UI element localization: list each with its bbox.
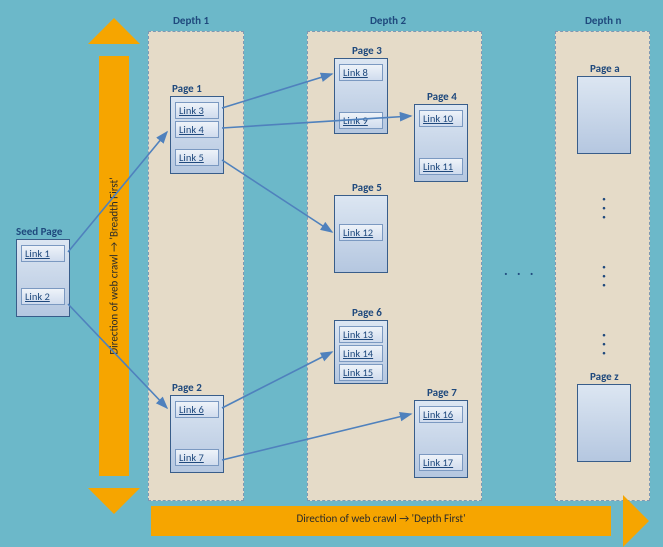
page-7-title: Page 7 bbox=[427, 386, 457, 399]
page-a-title: Page a bbox=[590, 62, 620, 75]
depth-label-1: Depth 1 bbox=[173, 14, 209, 27]
page-6-title: Page 6 bbox=[352, 306, 382, 319]
seed-link-1[interactable]: Link 1 bbox=[21, 245, 65, 262]
ellipsis-h: . . . bbox=[504, 262, 537, 279]
page-5-title: Page 5 bbox=[352, 181, 382, 194]
page-5-link-12[interactable]: Link 12 bbox=[339, 224, 383, 241]
page-3-link-9[interactable]: Link 9 bbox=[339, 112, 383, 129]
ellipsis-v3: ··· bbox=[599, 330, 609, 357]
page-z-box bbox=[577, 384, 631, 462]
seed-link-2[interactable]: Link 2 bbox=[21, 288, 65, 305]
page-6-link-14[interactable]: Link 14 bbox=[339, 345, 383, 362]
page-5-box: Link 12 bbox=[334, 195, 388, 273]
page-6-box: Link 13 Link 14 Link 15 bbox=[334, 320, 388, 384]
ellipsis-v1: ··· bbox=[599, 194, 609, 221]
page-4-title: Page 4 bbox=[427, 90, 457, 103]
page-z-title: Page z bbox=[590, 370, 619, 383]
page-1-link-5[interactable]: Link 5 bbox=[175, 149, 219, 166]
page-2-box: Link 6 Link 7 bbox=[170, 395, 224, 473]
page-6-link-13[interactable]: Link 13 bbox=[339, 326, 383, 343]
page-7-link-16[interactable]: Link 16 bbox=[419, 406, 463, 423]
page-4-link-11[interactable]: Link 11 bbox=[419, 158, 463, 175]
page-2-link-6[interactable]: Link 6 bbox=[175, 401, 219, 418]
page-6-link-15[interactable]: Link 15 bbox=[339, 364, 383, 381]
ellipsis-v2: ··· bbox=[599, 262, 609, 289]
page-3-box: Link 8 Link 9 bbox=[334, 58, 388, 134]
page-4-link-10[interactable]: Link 10 bbox=[419, 110, 463, 127]
page-3-link-8[interactable]: Link 8 bbox=[339, 64, 383, 81]
page-2-title: Page 2 bbox=[172, 381, 202, 394]
depth-first-label: Direction of web crawl → 'Depth First' bbox=[151, 512, 611, 525]
page-1-box: Link 3 Link 4 Link 5 bbox=[170, 96, 224, 174]
page-3-title: Page 3 bbox=[352, 44, 382, 57]
page-7-link-17[interactable]: Link 17 bbox=[419, 454, 463, 471]
depth-label-n: Depth n bbox=[585, 14, 621, 27]
page-1-link-4[interactable]: Link 4 bbox=[175, 121, 219, 138]
seed-page-label: Seed Page bbox=[16, 225, 62, 238]
depth-first-arrow: Direction of web crawl → 'Depth First' bbox=[151, 506, 611, 536]
depth-label-2: Depth 2 bbox=[370, 14, 406, 27]
page-4-box: Link 10 Link 11 bbox=[414, 104, 468, 182]
seed-page-box: Link 1 Link 2 bbox=[16, 239, 70, 317]
breadth-first-arrow: Direction of web crawl → 'Breadth First' bbox=[99, 56, 129, 476]
page-a-box bbox=[577, 76, 631, 154]
breadth-first-label: Direction of web crawl → 'Breadth First' bbox=[108, 177, 121, 354]
page-1-link-3[interactable]: Link 3 bbox=[175, 102, 219, 119]
page-7-box: Link 16 Link 17 bbox=[414, 400, 468, 478]
page-2-link-7[interactable]: Link 7 bbox=[175, 449, 219, 466]
page-1-title: Page 1 bbox=[172, 82, 202, 95]
